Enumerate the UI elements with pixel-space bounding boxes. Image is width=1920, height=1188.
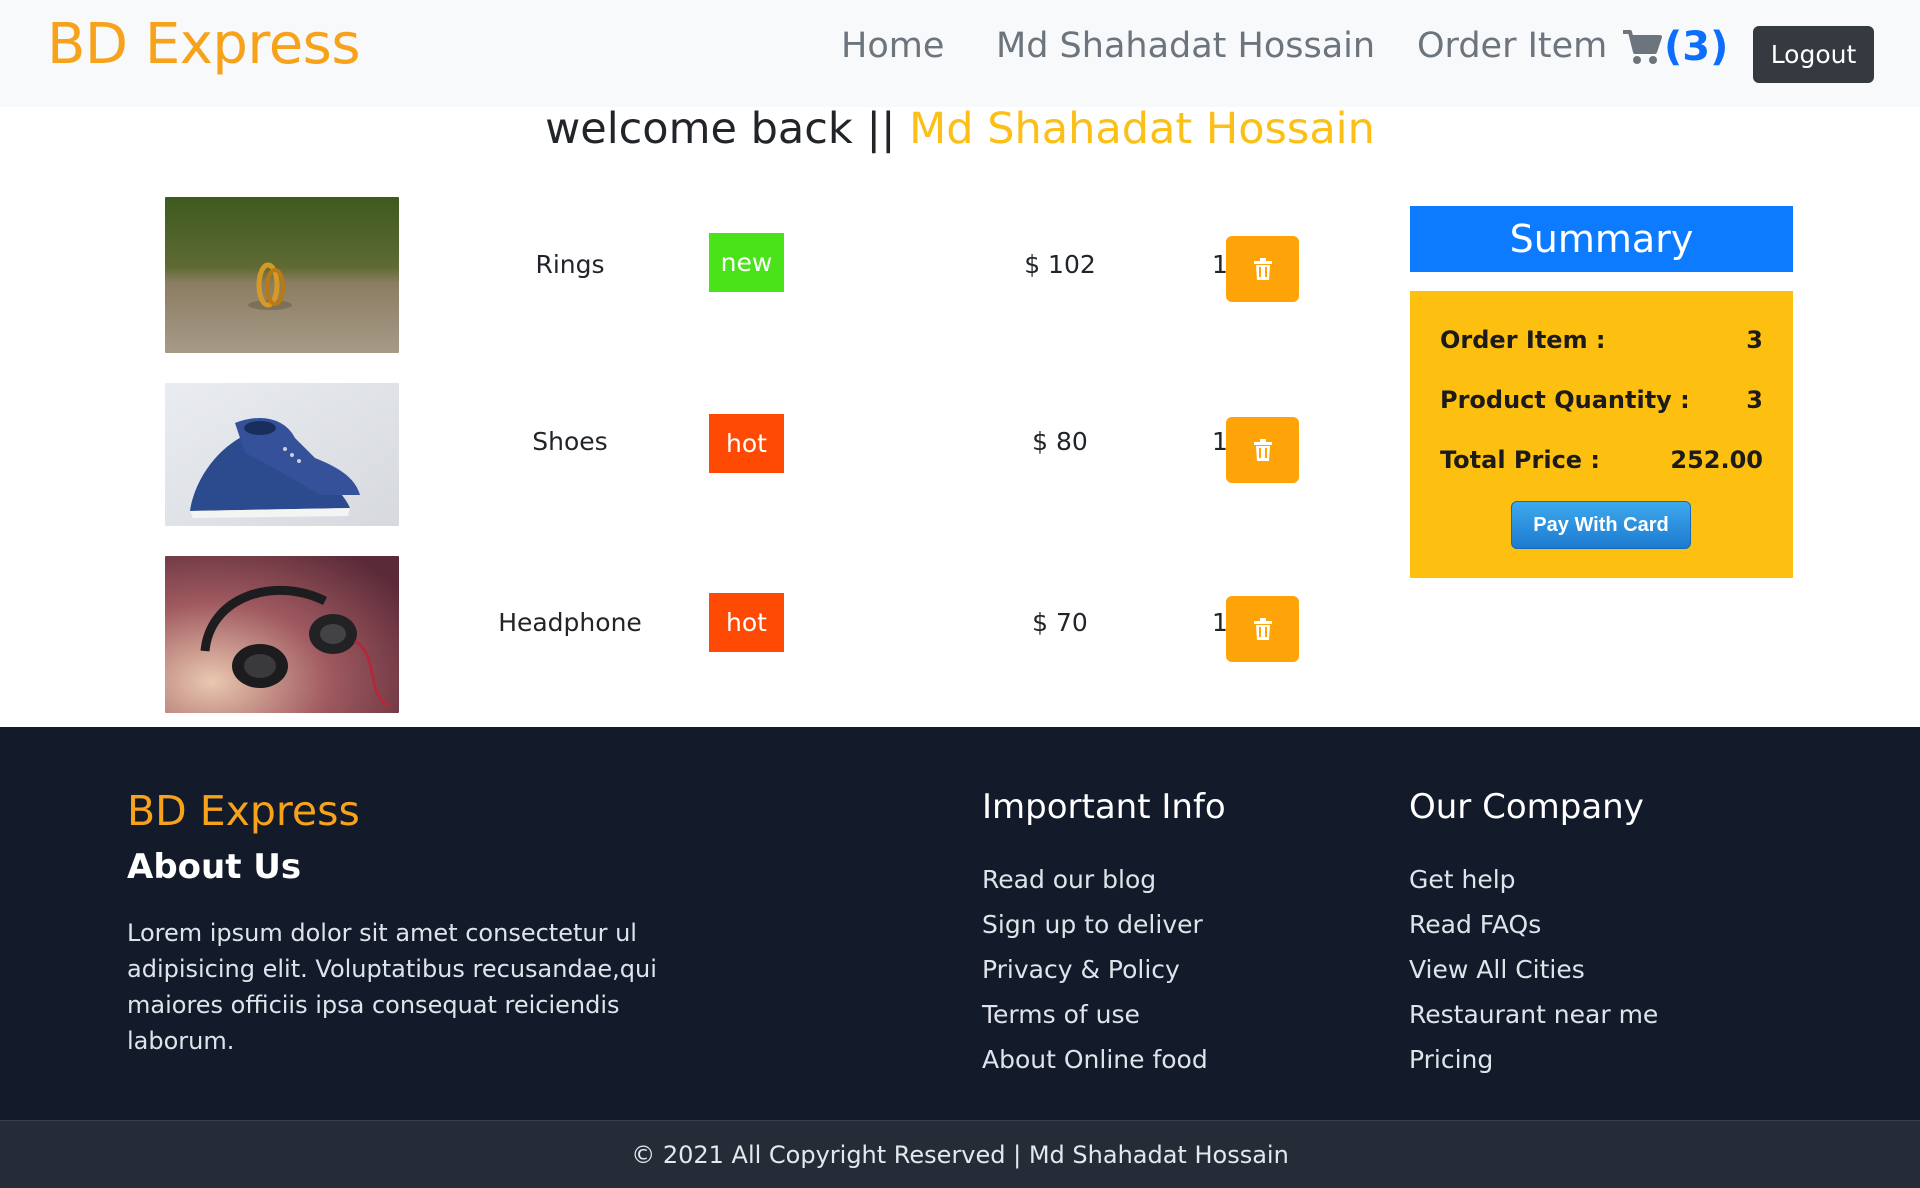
footer-info-title: Important Info xyxy=(982,787,1226,827)
product-price: $ 102 xyxy=(1024,250,1096,279)
navbar: BD Express Home Md Shahadat Hossain Orde… xyxy=(0,0,1920,107)
cart-icon xyxy=(1623,30,1662,64)
summary-panel: Order Item : 3 Product Quantity : 3 Tota… xyxy=(1410,291,1793,578)
product-badge: hot xyxy=(709,593,784,652)
footer-link-restaurant[interactable]: Restaurant near me xyxy=(1409,1000,1658,1045)
product-price: $ 70 xyxy=(1032,608,1088,637)
footer-link-deliver[interactable]: Sign up to deliver xyxy=(982,910,1208,955)
footer-link-pricing[interactable]: Pricing xyxy=(1409,1045,1658,1090)
cart-count-badge: (3) xyxy=(1664,24,1729,70)
product-image-rings xyxy=(165,197,399,353)
delete-button[interactable] xyxy=(1226,417,1299,483)
product-image-shoes xyxy=(165,383,399,526)
footer: BD Express About Us Lorem ipsum dolor si… xyxy=(0,727,1920,1120)
trash-icon xyxy=(1253,618,1272,640)
delete-button[interactable] xyxy=(1226,596,1299,662)
summary-quantity-row: Product Quantity : 3 xyxy=(1440,386,1763,414)
footer-link-blog[interactable]: Read our blog xyxy=(982,865,1208,910)
footer-company-links: Get help Read FAQs View All Cities Resta… xyxy=(1409,865,1658,1090)
footer-link-help[interactable]: Get help xyxy=(1409,865,1658,910)
summary-total-label: Total Price : xyxy=(1440,446,1601,474)
summary-order-item-label: Order Item : xyxy=(1440,326,1606,354)
product-badge: new xyxy=(709,233,784,292)
cart-row: Shoes hot $ 80 1 xyxy=(165,383,1305,543)
nav-order-item-link[interactable]: Order Item xyxy=(1417,26,1607,66)
summary-quantity-value: 3 xyxy=(1746,386,1763,414)
welcome-user-name: Md Shahadat Hossain xyxy=(909,104,1375,154)
product-name: Headphone xyxy=(498,608,642,637)
summary-total-value: 252.00 xyxy=(1670,446,1763,474)
nav-home-link[interactable]: Home xyxy=(841,26,944,66)
product-badge: hot xyxy=(709,414,784,473)
product-name: Shoes xyxy=(532,427,608,456)
footer-about-text: Lorem ipsum dolor sit amet consectetur u… xyxy=(127,919,657,1055)
footer-link-privacy[interactable]: Privacy & Policy xyxy=(982,955,1208,1000)
nav-user-link[interactable]: Md Shahadat Hossain xyxy=(996,26,1375,66)
footer-link-faqs[interactable]: Read FAQs xyxy=(1409,910,1658,955)
copyright-bar: © 2021 All Copyright Reserved | Md Shaha… xyxy=(0,1120,1920,1188)
welcome-heading: welcome back || Md Shahadat Hossain xyxy=(0,104,1920,154)
trash-icon xyxy=(1253,439,1272,461)
summary-title: Summary xyxy=(1410,206,1793,272)
summary-total-row: Total Price : 252.00 xyxy=(1440,446,1763,474)
brand-logo[interactable]: BD Express xyxy=(47,12,361,77)
footer-link-terms[interactable]: Terms of use xyxy=(982,1000,1208,1045)
summary-order-item-row: Order Item : 3 xyxy=(1440,326,1763,354)
footer-about-title: About Us xyxy=(127,847,302,887)
product-name: Rings xyxy=(535,250,605,279)
delete-button[interactable] xyxy=(1226,236,1299,302)
footer-info-links: Read our blog Sign up to deliver Privacy… xyxy=(982,865,1208,1090)
logout-button[interactable]: Logout xyxy=(1753,26,1874,83)
footer-link-about-food[interactable]: About Online food xyxy=(982,1045,1208,1090)
product-price: $ 80 xyxy=(1032,427,1088,456)
summary-order-item-value: 3 xyxy=(1746,326,1763,354)
footer-company-title: Our Company xyxy=(1409,787,1644,827)
trash-icon xyxy=(1253,258,1272,280)
cart-row: Rings new $ 102 1 xyxy=(165,197,1305,357)
summary-quantity-label: Product Quantity : xyxy=(1440,386,1690,414)
cart-row: Headphone hot $ 70 1 xyxy=(165,556,1305,716)
welcome-prefix: welcome back || xyxy=(545,104,896,154)
footer-brand: BD Express xyxy=(127,787,360,835)
footer-link-cities[interactable]: View All Cities xyxy=(1409,955,1658,1000)
pay-with-card-button[interactable]: Pay With Card xyxy=(1511,501,1691,549)
cart-link[interactable]: (3) xyxy=(1622,24,1728,70)
product-image-headphone xyxy=(165,556,399,713)
